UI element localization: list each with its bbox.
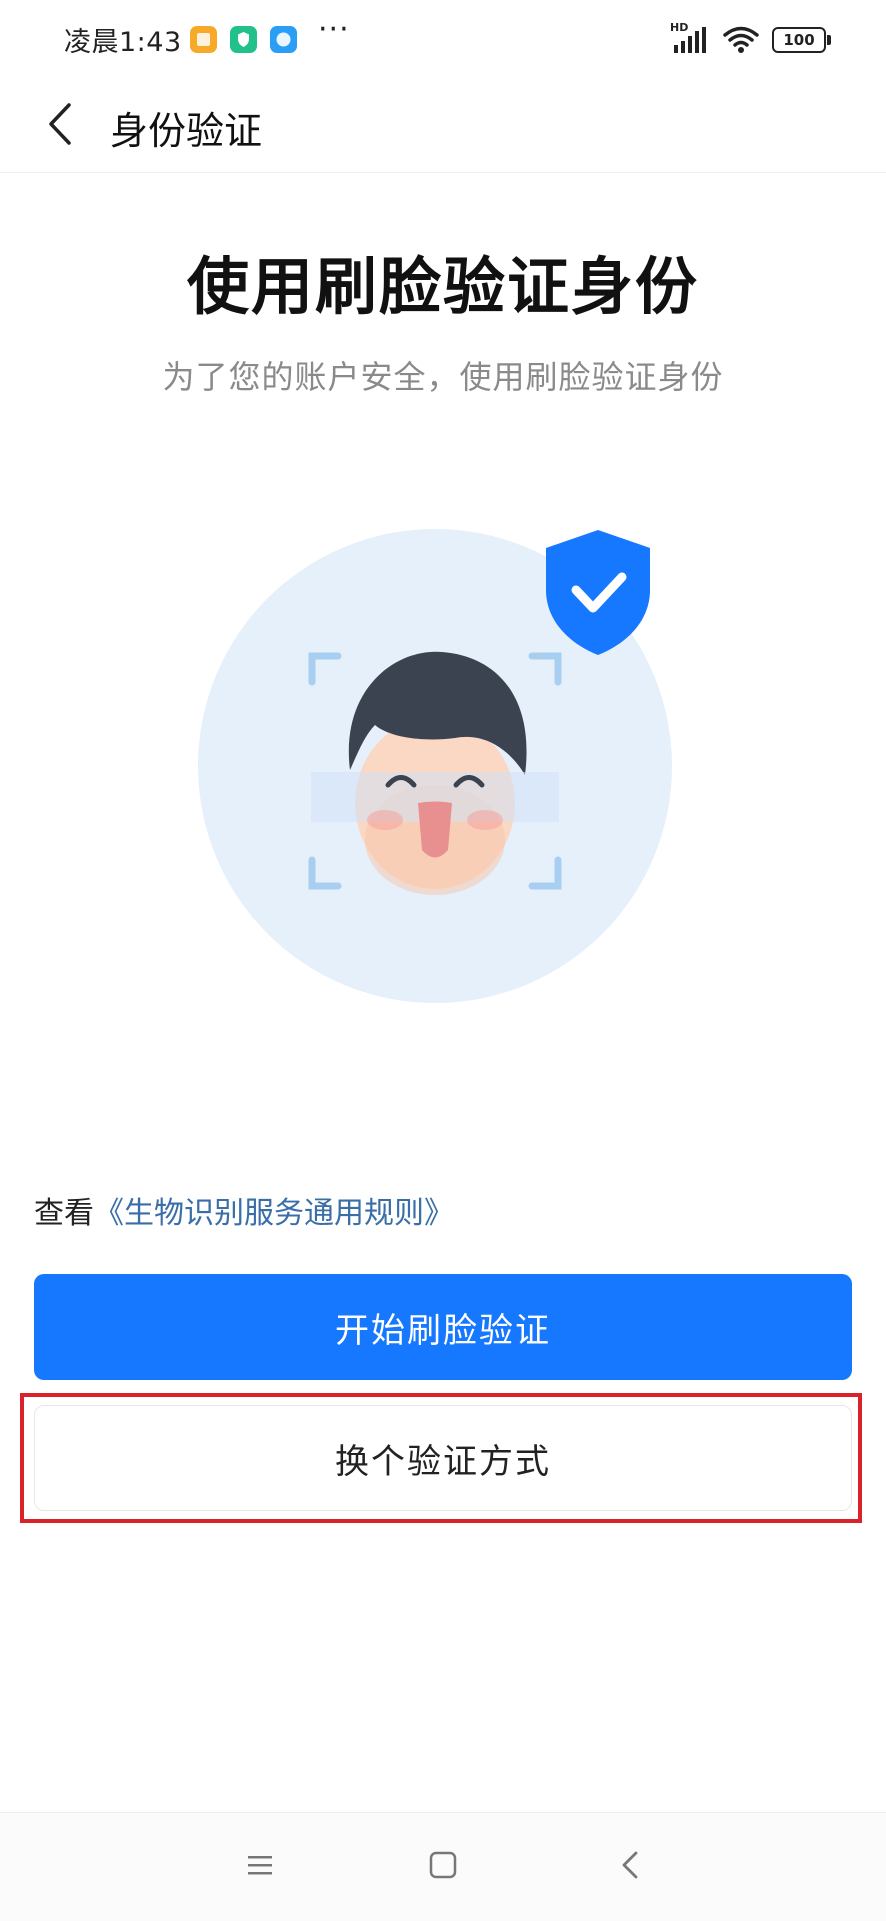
home-square-icon	[428, 1850, 458, 1884]
status-time: 凌晨1:43	[64, 27, 182, 58]
more-notifications-indicator: ···	[318, 12, 350, 47]
chevron-left-icon	[45, 102, 75, 150]
app-header: 身份验证	[0, 80, 886, 173]
wifi-icon	[722, 25, 760, 55]
biometric-rules-link[interactable]: 《生物识别服务通用规则》	[94, 1196, 454, 1231]
nav-back-button[interactable]	[606, 1843, 654, 1891]
switch-verification-method-button[interactable]: 换个验证方式	[34, 1405, 852, 1511]
main-heading: 使用刷脸验证身份	[186, 250, 699, 323]
signal-icon: HD	[670, 21, 710, 55]
status-right: HD 100	[670, 21, 831, 58]
network-label: HD	[670, 21, 689, 34]
page-title: 身份验证	[110, 109, 263, 153]
back-triangle-icon	[619, 1850, 641, 1884]
security-app-icon	[230, 26, 257, 53]
main-subtitle: 为了您的账户安全，使用刷脸验证身份	[162, 358, 724, 396]
status-bar: 凌晨1:43 ··· HD 100	[0, 0, 886, 80]
agreement-text: 查看《生物识别服务通用规则》	[34, 1188, 454, 1232]
nav-home-button[interactable]	[419, 1843, 467, 1891]
start-face-verification-button[interactable]: 开始刷脸验证	[34, 1274, 852, 1380]
battery-level: 100	[783, 31, 815, 49]
back-button[interactable]	[30, 96, 90, 156]
battery-icon: 100	[772, 27, 831, 53]
menu-icon	[246, 1853, 274, 1881]
nav-menu-button[interactable]	[236, 1843, 284, 1891]
agreement-prefix: 查看	[34, 1196, 94, 1231]
browser-app-icon	[270, 26, 297, 53]
notes-app-icon	[190, 26, 217, 53]
face-scan-illustration	[190, 520, 680, 1020]
system-nav-bar	[0, 1812, 886, 1921]
